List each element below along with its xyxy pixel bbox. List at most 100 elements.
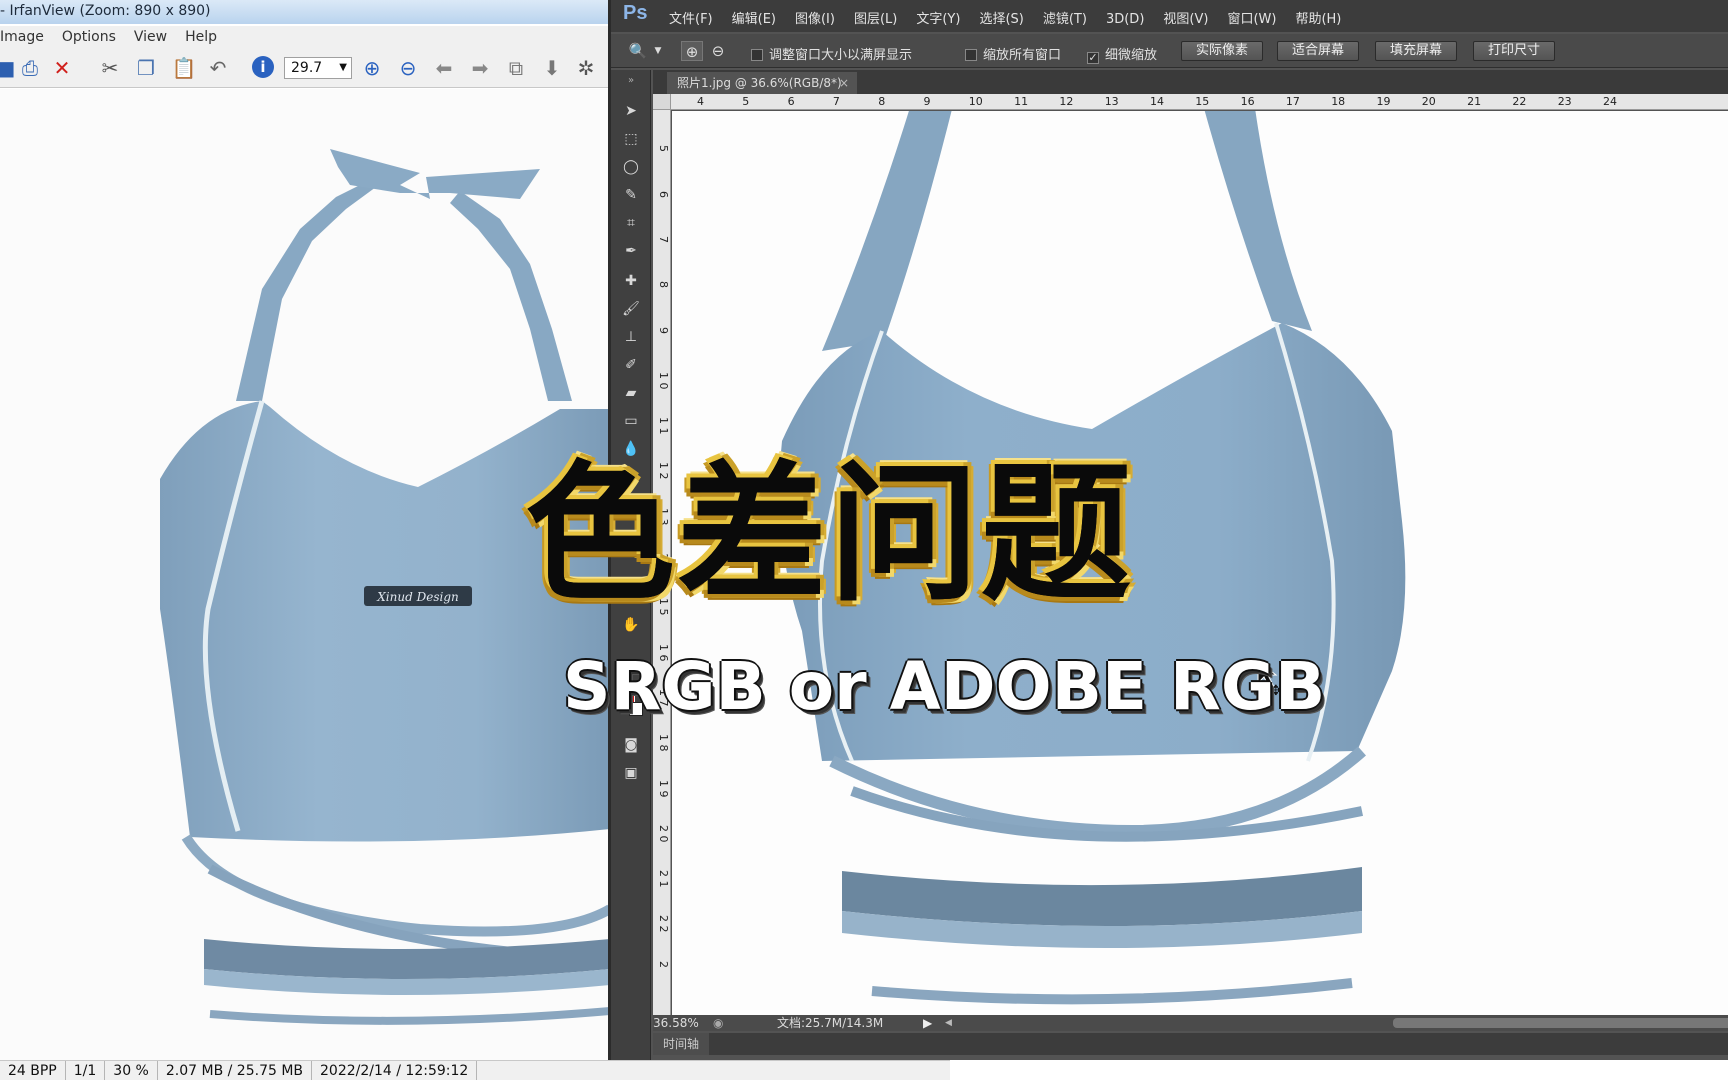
scrubby-zoom-label: 细微缩放	[1105, 48, 1158, 63]
ruler-tick-label: 16	[1240, 95, 1255, 108]
ruler-tick-label: 11	[1014, 95, 1029, 108]
irfanview-image-canvas[interactable]: Xinud Design	[0, 89, 610, 1060]
irfanview-status-segment: 1/1	[66, 1061, 106, 1080]
document-tab-label: 照片1.jpg @ 36.6%(RGB/8*)	[677, 76, 842, 90]
photoshop-menu-item[interactable]: 视图(V)	[1163, 8, 1208, 27]
ruler-tick-label: 18	[1331, 95, 1346, 108]
irfanview-menu-item[interactable]: Image	[0, 26, 44, 48]
zoom-combo[interactable]: 29.7 ▼	[284, 57, 352, 79]
timeline-panel: 时间轴	[653, 1033, 1728, 1055]
screen-mode-icon[interactable]: ▣	[619, 762, 643, 784]
status-zoom[interactable]: 36.58%	[653, 1015, 699, 1031]
last-file-icon[interactable]: ⬇	[540, 56, 564, 80]
photoshop-menu-bar: Ps 文件(F) 编辑(E) 图像(I) 图层(L) 文字(Y) 选择(S) 滤镜(T) 3D…	[611, 0, 1728, 32]
checkbox-box	[751, 49, 763, 61]
close-icon[interactable]: ×	[839, 72, 849, 94]
photoshop-menu-item[interactable]: 编辑(E)	[732, 8, 776, 27]
photoshop-menu-item[interactable]: 滤镜(T)	[1043, 8, 1087, 27]
status-menu-arrow-icon[interactable]: ▶	[923, 1015, 932, 1031]
panel-collapse-icon[interactable]: »	[619, 70, 643, 92]
irfanview-status-segment: 2.07 MB / 25.75 MB	[158, 1061, 313, 1080]
chevron-down-icon[interactable]: ▼	[647, 41, 669, 61]
ruler-tick-label: 2 0	[657, 824, 670, 843]
print-size-button[interactable]: 打印尺寸	[1473, 41, 1555, 61]
paste-icon[interactable]: 📋	[172, 56, 197, 80]
eyedropper-tool-icon[interactable]: ✒	[619, 240, 643, 262]
photoshop-menu-item[interactable]: 窗口(W)	[1227, 8, 1276, 27]
quick-mask-icon[interactable]: ◙	[619, 734, 643, 756]
irfanview-menu-item[interactable]: Help	[185, 26, 217, 48]
resize-windows-checkbox[interactable]: 调整窗口大小以满屏显示	[751, 44, 912, 63]
previous-icon[interactable]: ⬅	[432, 56, 456, 80]
zoom-out-mode-icon[interactable]: ⊖	[707, 41, 729, 61]
scroll-left-icon[interactable]: ◀	[945, 1015, 952, 1031]
healing-brush-tool-icon[interactable]: ✚	[619, 270, 643, 292]
zoom-out-icon[interactable]: ⊖	[396, 56, 420, 80]
photoshop-status-bar: 36.58% ◉ 文档:25.7M/14.3M ▶ ◀	[653, 1015, 1728, 1031]
photoshop-menu-item[interactable]: 3D(D)	[1106, 12, 1144, 27]
status-info-icon[interactable]: ◉	[713, 1015, 723, 1031]
photoshop-menu-item[interactable]: 选择(S)	[979, 8, 1023, 27]
ruler-tick-label: 2	[657, 960, 670, 968]
history-brush-tool-icon[interactable]: ✐	[619, 354, 643, 376]
photoshop-menu-item[interactable]: 图像(I)	[795, 8, 835, 27]
horizontal-scrollbar[interactable]	[1393, 1018, 1728, 1028]
brush-tool-icon[interactable]: 🖌	[619, 298, 643, 320]
zoom-in-icon[interactable]: ⊕	[360, 56, 384, 80]
ruler-tick-label: 7	[832, 95, 840, 108]
cut-icon[interactable]: ✂	[98, 56, 122, 80]
ruler-tick-label: 8	[657, 281, 670, 289]
photoshop-menu-item[interactable]: 帮助(H)	[1295, 8, 1341, 27]
next-icon[interactable]: ➡	[468, 56, 492, 80]
photoshop-menu-item[interactable]: 文字(Y)	[916, 8, 960, 27]
photoshop-logo: Ps	[623, 2, 648, 24]
document-tab[interactable]: 照片1.jpg @ 36.6%(RGB/8*) ×	[667, 72, 857, 94]
irfanview-menu-item[interactable]: View	[134, 26, 167, 48]
irfanview-title: - IrfanView (Zoom: 890 x 890)	[0, 3, 211, 19]
delete-icon[interactable]: ✕	[50, 56, 74, 80]
info-icon[interactable]: i	[252, 56, 274, 78]
ruler-origin[interactable]	[653, 94, 671, 110]
quick-select-tool-icon[interactable]: ✎	[619, 184, 643, 206]
options-bar: 🔍 ▼ ⊕ ⊖ 调整窗口大小以满屏显示 缩放所有窗口 ✓ 细微缩放 实际像素 适合…	[611, 34, 1728, 68]
irfanview-menu-item[interactable]: Options	[62, 26, 116, 48]
copy-icon[interactable]: ❐	[134, 56, 158, 80]
timeline-tab[interactable]: 时间轴	[653, 1033, 710, 1055]
scrubby-zoom-checkbox[interactable]: ✓ 细微缩放	[1087, 44, 1157, 64]
photoshop-menu-item[interactable]: 图层(L)	[854, 8, 897, 27]
gradient-tool-icon[interactable]: ▭	[619, 410, 643, 432]
photoshop-menu-item[interactable]: 文件(F)	[669, 8, 713, 27]
irfanview-title-bar[interactable]: - IrfanView (Zoom: 890 x 890)	[0, 0, 610, 24]
print-icon[interactable]: ⎙	[18, 56, 42, 80]
lasso-tool-icon[interactable]: ◯	[619, 156, 643, 178]
undo-icon[interactable]: ↶	[206, 56, 230, 80]
actual-pixels-button[interactable]: 实际像素	[1181, 41, 1263, 61]
zoom-in-mode-icon[interactable]: ⊕	[681, 41, 703, 61]
marquee-tool-icon[interactable]: ⬚	[619, 128, 643, 150]
fill-screen-button[interactable]: 填充屏幕	[1375, 41, 1457, 61]
irfanview-menu-bar: Image Options View Help	[0, 26, 610, 48]
ruler-tick-label: 1 1	[657, 417, 670, 435]
horizontal-ruler[interactable]: 4 5 6 7 8 9 10 11 12 13 14 15 16 17 18 19 20 21 22 23 24	[671, 94, 1728, 110]
eraser-tool-icon[interactable]: ▰	[619, 382, 643, 404]
zoom-all-windows-checkbox[interactable]: 缩放所有窗口	[965, 44, 1061, 63]
move-tool-icon[interactable]: ➤	[619, 100, 643, 122]
save-icon[interactable]: ■	[0, 56, 18, 80]
ruler-tick-label: 1 8	[657, 734, 670, 752]
irfanview-toolbar: ■ ⎙ ✕ ✂ ❐ 📋 ↶ i 29.7 ▼ ⊕ ⊖ ⬅ ➡ ⧉ ⬇ ✲	[0, 48, 610, 88]
zoom-tool-icon[interactable]: 🔍	[627, 41, 649, 61]
ruler-tick-label: 6	[657, 190, 670, 198]
stamp-tool-icon[interactable]: ⊥	[619, 326, 643, 348]
crop-tool-icon[interactable]: ⌗	[619, 212, 643, 234]
first-file-icon[interactable]: ⧉	[504, 56, 528, 80]
ruler-tick-label: 10	[968, 95, 983, 108]
ruler-tick-label: 13	[1104, 95, 1119, 108]
settings-icon[interactable]: ✲	[574, 56, 598, 80]
ruler-tick-label: 14	[1150, 95, 1164, 108]
fit-screen-button[interactable]: 适合屏幕	[1277, 41, 1359, 61]
ruler-tick-label: 9	[923, 95, 931, 108]
chevron-down-icon: ▼	[339, 62, 347, 73]
ruler-tick-label: 19	[1376, 95, 1391, 108]
ruler-tick-label: 1 9	[657, 779, 670, 798]
ruler-tick-label: 5	[657, 145, 670, 153]
